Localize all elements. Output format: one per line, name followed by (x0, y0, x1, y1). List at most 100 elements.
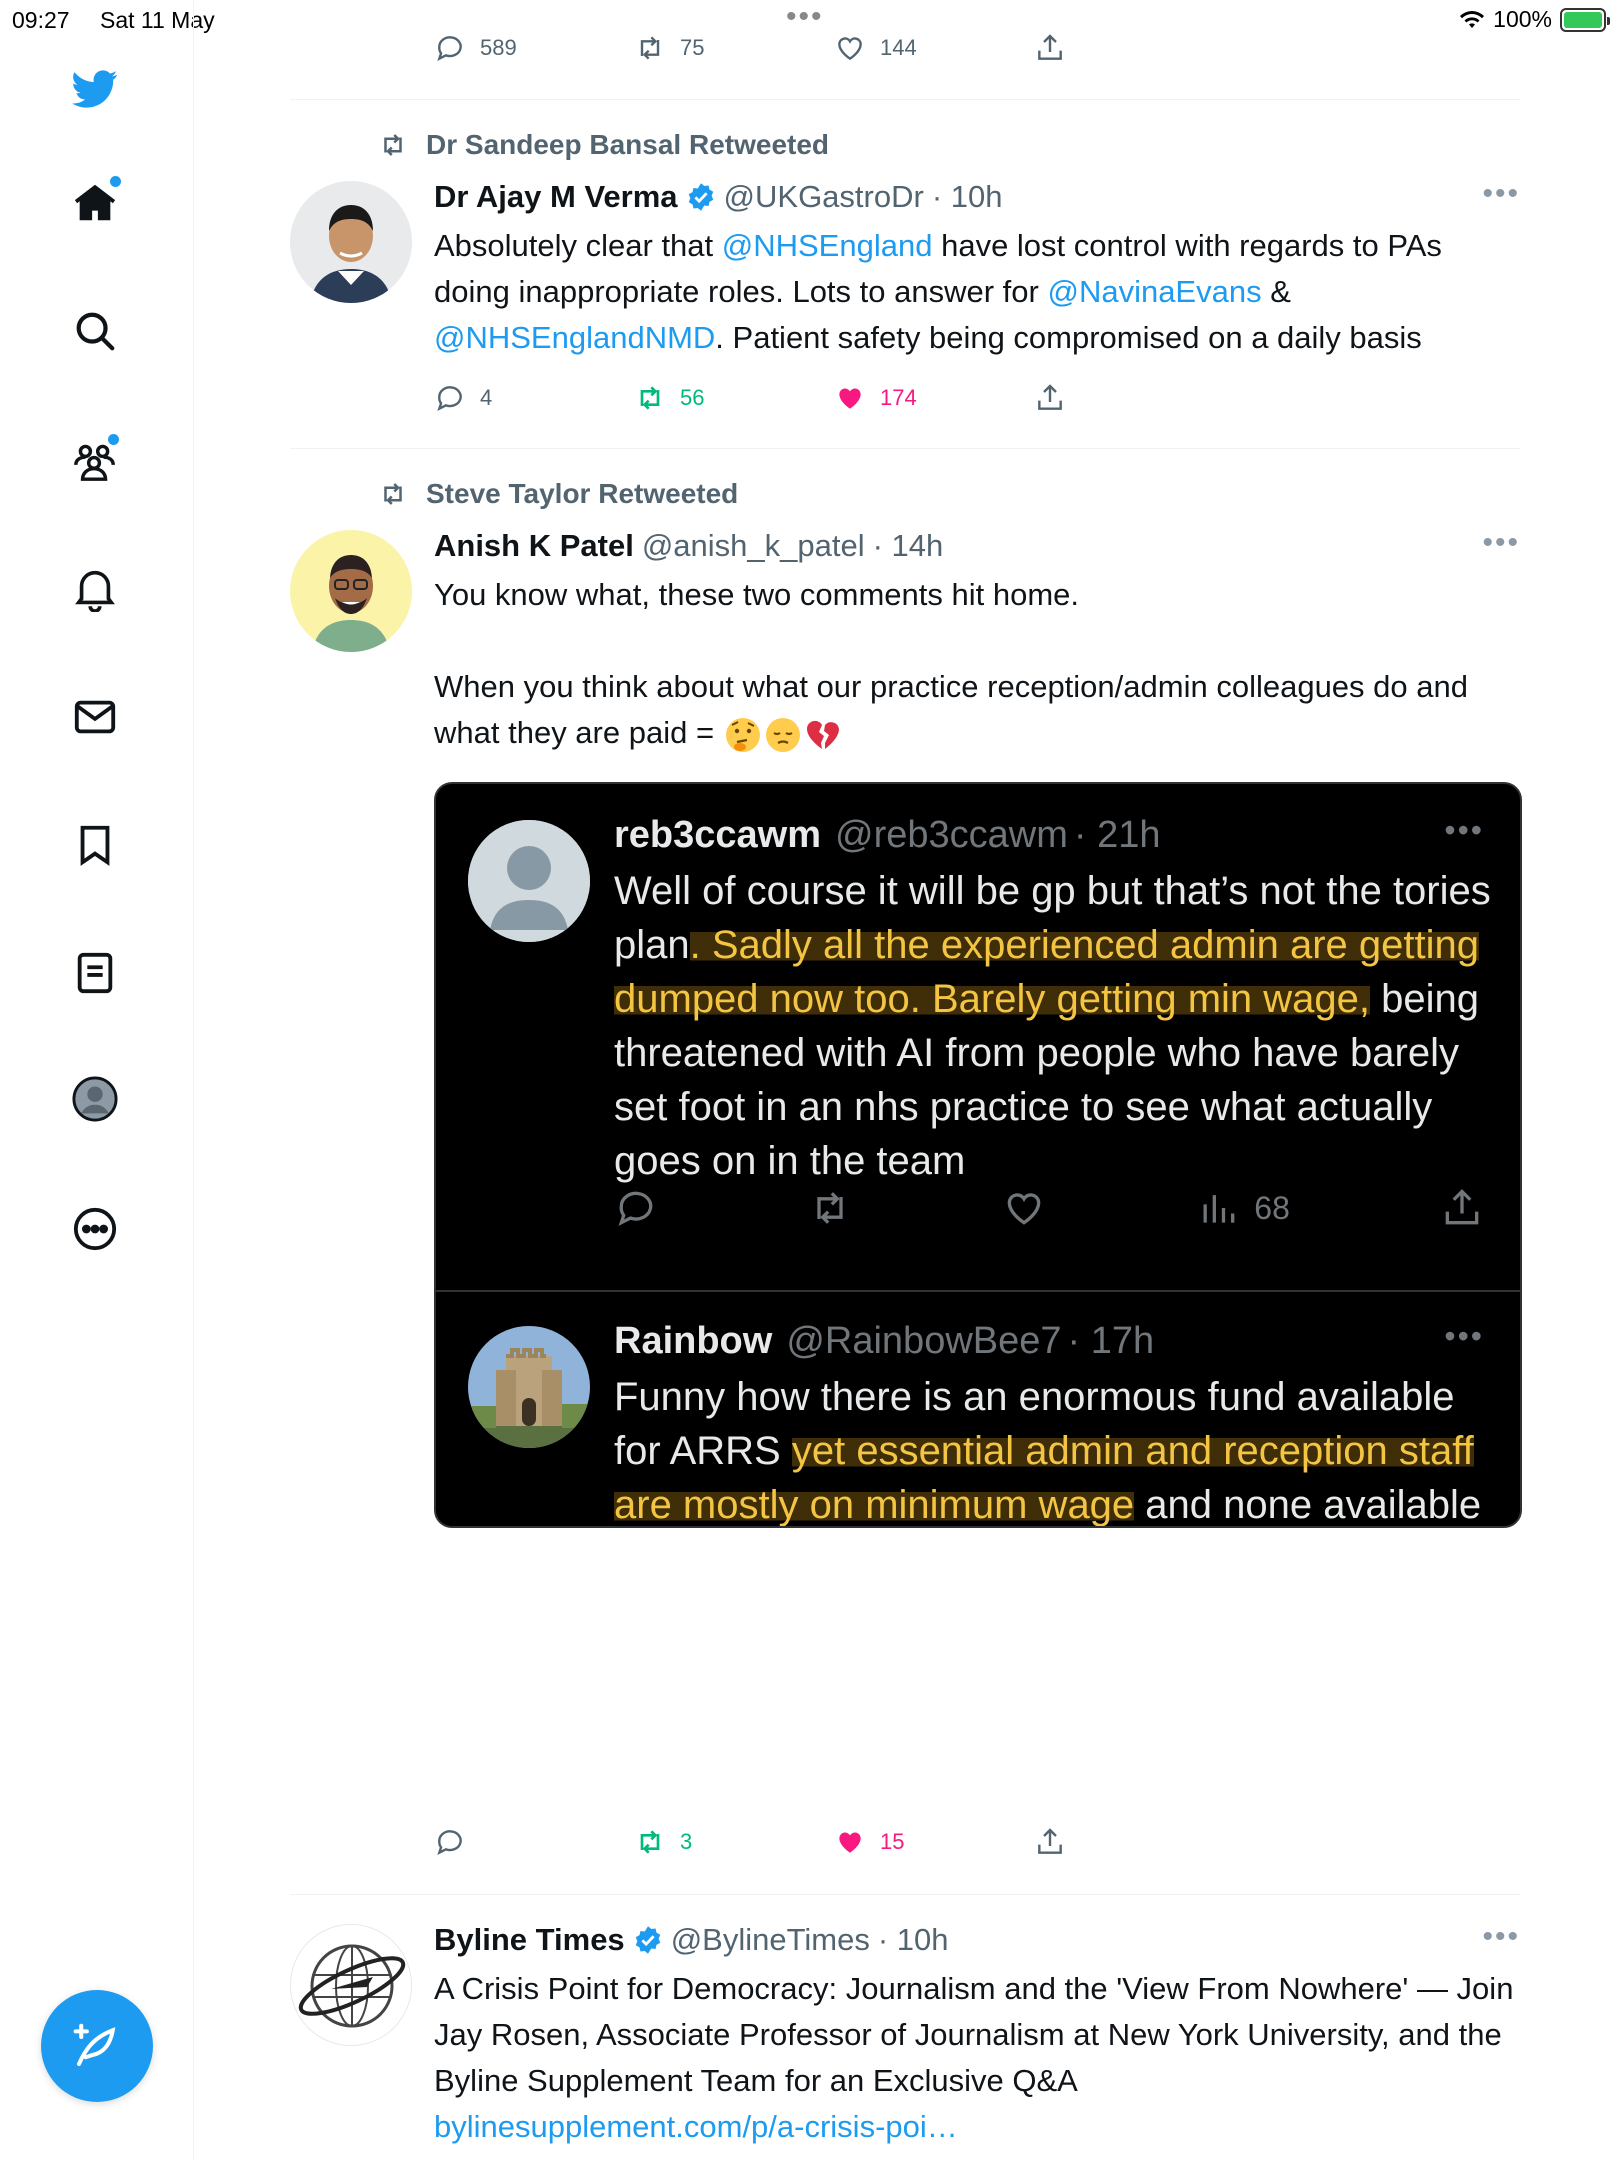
like-button[interactable]: 144 (834, 32, 1034, 64)
default-avatar (468, 820, 590, 942)
retweet-count: 3 (680, 1829, 693, 1854)
embedded-header: Rainbow @RainbowBee7 · 17h (614, 1320, 1154, 1363)
author-handle[interactable]: @UKGastroDr (724, 179, 924, 215)
embedded-author-handle: @RainbowBee7 (786, 1320, 1062, 1362)
tweet1-actions: 4 56 174 (434, 382, 1234, 414)
verified-badge-icon (688, 183, 713, 211)
reply-icon (437, 36, 462, 62)
embedded-share-icon (1440, 1186, 1484, 1230)
avatar[interactable] (290, 1924, 412, 2046)
retweeted-by-label: Steve Taylor Retweeted (426, 478, 739, 509)
home-notification-dot (110, 176, 121, 187)
mention-link[interactable]: @NHSEngland (722, 228, 933, 263)
wifi-icon (1460, 10, 1485, 28)
tweet2-actions: 3 15 (434, 1826, 1234, 1858)
retweet-icon (640, 386, 660, 410)
retweet-count: 56 (680, 385, 705, 410)
embedded-retweet-icon (808, 1186, 852, 1230)
reply-button[interactable]: 4 (434, 382, 634, 414)
tweet-byline-times[interactable]: Byline Times @BylineTimes · 10h ••• A Cr… (290, 1894, 1520, 2160)
sidebar (0, 0, 194, 2160)
retweet-button[interactable]: 56 (634, 382, 834, 414)
embedded-text: Well of course it will be gp but that’s … (614, 869, 1491, 1183)
reply-icon (437, 1830, 462, 1856)
like-button[interactable]: 174 (834, 382, 1034, 414)
messages-envelope-icon[interactable] (70, 692, 120, 742)
author-handle[interactable]: @BylineTimes (671, 1922, 870, 1958)
more-options-icon[interactable]: ••• (1482, 526, 1520, 560)
compose-feather-icon (73, 2023, 116, 2067)
reply-button[interactable]: 589 (434, 32, 634, 64)
embedded-screenshot-card[interactable]: reb3ccawm @reb3ccawm · 21h ••• Well of c… (434, 782, 1522, 1528)
tweet-time: · 10h (931, 179, 1003, 214)
highlighted-text: . Sadly all the experienced admin are ge… (614, 923, 1479, 1021)
like-count: 15 (880, 1829, 905, 1854)
battery-percent: 100% (1493, 6, 1552, 32)
share-icon (1038, 384, 1062, 410)
compose-tweet-button[interactable] (41, 1990, 153, 2102)
embedded-more-icon: ••• (1444, 1318, 1484, 1354)
notifications-bell-icon[interactable] (70, 564, 120, 614)
retweet-icon (640, 1830, 660, 1854)
verified-badge-icon (635, 1926, 660, 1954)
thinking-face-emoji-icon (725, 717, 760, 752)
embedded-header: reb3ccawm @reb3ccawm · 21h (614, 814, 1161, 857)
retweet-button[interactable]: 3 (634, 1826, 834, 1858)
tweet-header: Byline Times @BylineTimes · 10h (434, 1922, 949, 1958)
reply-button[interactable] (434, 1826, 634, 1858)
tweet-text: Absolutely clear that @NHSEngland have l… (434, 228, 1442, 355)
communities-icon[interactable] (70, 434, 120, 486)
communities-notification-dot (108, 434, 119, 445)
mention-link[interactable]: @NHSEnglandNMD (434, 320, 715, 355)
embedded-more-icon: ••• (1444, 812, 1484, 848)
tweet-line: You know what, these two comments hit ho… (434, 577, 1080, 612)
tweet-text: You know what, these two comments hit ho… (434, 572, 1514, 756)
author-name[interactable]: Byline Times (434, 1922, 625, 1958)
embedded-author-handle: @reb3ccawm (835, 814, 1068, 856)
tweet-header: Dr Ajay M Verma @UKGastroDr · 10h (434, 179, 1002, 215)
author-name[interactable]: Anish K Patel (434, 528, 634, 564)
share-button[interactable] (1034, 382, 1234, 414)
embedded-time: · 21h (1073, 814, 1161, 856)
share-button[interactable] (1034, 32, 1234, 64)
more-options-icon[interactable] (70, 1204, 120, 1254)
like-count: 144 (880, 35, 917, 60)
like-count: 174 (880, 385, 917, 410)
search-icon[interactable] (70, 306, 120, 356)
embedded-views: 68 (1196, 1186, 1290, 1230)
twitter-logo-icon[interactable] (70, 64, 120, 114)
reply-count: 589 (480, 35, 517, 60)
embedded-text: Funny how there is an enormous fund avai… (614, 1375, 1482, 1527)
more-options-icon[interactable]: ••• (1482, 1920, 1520, 1954)
embedded-actions: 68 (614, 1186, 1484, 1230)
avatar[interactable] (290, 181, 412, 303)
castle-avatar (468, 1326, 590, 1448)
avatar[interactable] (290, 530, 412, 652)
embedded-author-name: Rainbow (614, 1320, 773, 1362)
profile-avatar-icon[interactable] (70, 1074, 120, 1124)
author-name[interactable]: Dr Ajay M Verma (434, 179, 678, 215)
retweet-button[interactable]: 75 (634, 32, 834, 64)
heart-filled-icon (839, 1832, 861, 1853)
embedded-separator (436, 1290, 1520, 1292)
broken-heart-emoji-icon (806, 720, 839, 749)
author-handle[interactable]: @anish_k_patel (642, 528, 865, 564)
lists-icon[interactable] (70, 948, 120, 998)
tweet-time: · 10h (877, 1922, 949, 1957)
reply-icon (437, 386, 462, 412)
share-icon (1038, 34, 1062, 60)
like-button[interactable]: 15 (834, 1826, 1034, 1858)
share-button[interactable] (1034, 1826, 1234, 1858)
multitasking-dots[interactable]: ••• (786, 0, 824, 34)
article-link[interactable]: bylinesupplement.com/p/a-crisis-poi… (434, 2109, 958, 2144)
heart-icon (838, 37, 862, 61)
retweeted-by: Dr Sandeep Bansal Retweeted (374, 129, 829, 161)
tweet-anish-patel[interactable]: Steve Taylor Retweeted Anish K Patel @an… (290, 448, 1522, 1893)
tweet-line: When you think about what our practice r… (434, 664, 1514, 756)
more-options-icon[interactable]: ••• (1482, 177, 1520, 211)
embedded-heart-icon (1002, 1186, 1046, 1230)
bookmarks-icon[interactable] (70, 820, 120, 870)
home-icon[interactable] (70, 176, 121, 228)
tweet-header: Anish K Patel @anish_k_patel · 14h (434, 528, 943, 564)
mention-link[interactable]: @NavinaEvans (1047, 274, 1261, 309)
